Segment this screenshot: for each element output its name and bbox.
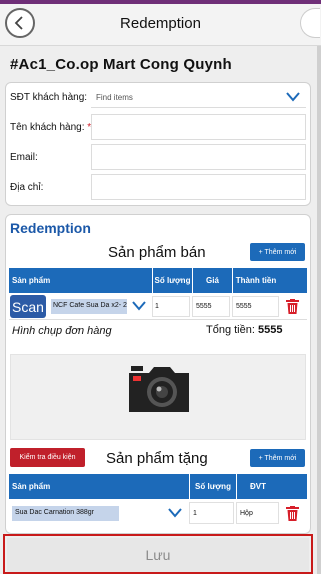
sale-amount-value: 5555 (236, 303, 252, 310)
col-product: Sản phẩm (12, 276, 51, 285)
page-scrollbar[interactable] (317, 46, 321, 574)
col-quantity: Số lượng (152, 268, 192, 293)
total-summary: Tổng tiền: 5555 (206, 324, 282, 336)
gift-table-header: Sản phẩm Số lượng ĐVT (9, 474, 307, 499)
col-amount: Thành tiền (232, 268, 279, 293)
trash-icon[interactable] (286, 299, 299, 314)
sale-quantity-value: 1 (155, 303, 159, 310)
camera-icon (129, 366, 189, 412)
sale-table-header: Sản phẩm Số lượng Giá Thành tiền (9, 268, 307, 293)
name-input[interactable] (91, 114, 306, 140)
phone-label: SĐT khách hàng: (10, 92, 88, 103)
order-photo-area[interactable] (10, 354, 306, 440)
photo-label: Hình chụp đơn hàng (12, 325, 112, 337)
gift-unit-value: Hộp (240, 510, 253, 517)
sale-price-input[interactable]: 5555 (192, 296, 230, 317)
col-gift-unit: ĐVT (236, 474, 279, 499)
name-label: Tên khách hàng: * (10, 122, 91, 133)
sale-products-title: Sản phẩm bán (108, 244, 206, 261)
sale-table-row: Scan NCF Cafe Sua Da x2- 24 1 5555 5555 (9, 293, 307, 320)
col-gift-quantity: Số lượng (189, 474, 236, 499)
gift-product-value: Sua Dac Carnation 388gr (15, 509, 94, 516)
name-label-text: Tên khách hàng: (10, 122, 85, 133)
phone-search-input[interactable]: Find items (91, 86, 306, 108)
chevron-down-icon[interactable] (168, 508, 182, 518)
address-label: Địa chỉ: (10, 182, 44, 193)
sale-price-value: 5555 (196, 303, 212, 310)
total-value: 5555 (257, 324, 283, 336)
gift-quantity-value: 1 (193, 510, 197, 517)
address-input[interactable] (91, 174, 306, 200)
scan-button[interactable]: Scan (10, 295, 46, 318)
gift-quantity-input[interactable]: 1 (189, 502, 234, 524)
add-sale-product-button[interactable]: + Thêm mới (250, 243, 305, 261)
sale-quantity-input[interactable]: 1 (152, 296, 190, 317)
save-button[interactable]: Lưu (7, 538, 309, 572)
gift-table-row: Sua Dac Carnation 388gr 1 Hộp (9, 499, 307, 527)
sale-product-select[interactable]: NCF Cafe Sua Da x2- 24 (51, 299, 127, 314)
gift-product-select[interactable]: Sua Dac Carnation 388gr (12, 506, 119, 521)
page-title: Redemption (120, 15, 201, 32)
add-gift-product-button[interactable]: + Thêm mới (250, 449, 305, 467)
section-title-redemption: Redemption (10, 220, 91, 236)
col-price: Giá (192, 268, 232, 293)
sale-amount-field: 5555 (232, 296, 279, 317)
sale-product-value: NCF Cafe Sua Da x2- 24 (53, 302, 127, 309)
trash-icon[interactable] (286, 506, 299, 521)
chevron-down-icon[interactable] (132, 301, 146, 311)
check-conditions-button[interactable]: Kiểm tra điều kiện (10, 448, 85, 467)
phone-search-placeholder: Find items (96, 93, 133, 102)
email-label: Email: (10, 152, 38, 163)
store-name: #Ac1_Co.op Mart Cong Quynh (10, 56, 232, 73)
col-gift-product: Sản phẩm (12, 482, 51, 491)
chevron-down-icon[interactable] (286, 92, 300, 102)
email-input[interactable] (91, 144, 306, 170)
total-label: Tổng tiền: (206, 324, 255, 336)
gift-products-title: Sản phẩm tặng (106, 450, 208, 467)
gift-unit-field[interactable]: Hộp (236, 502, 279, 524)
